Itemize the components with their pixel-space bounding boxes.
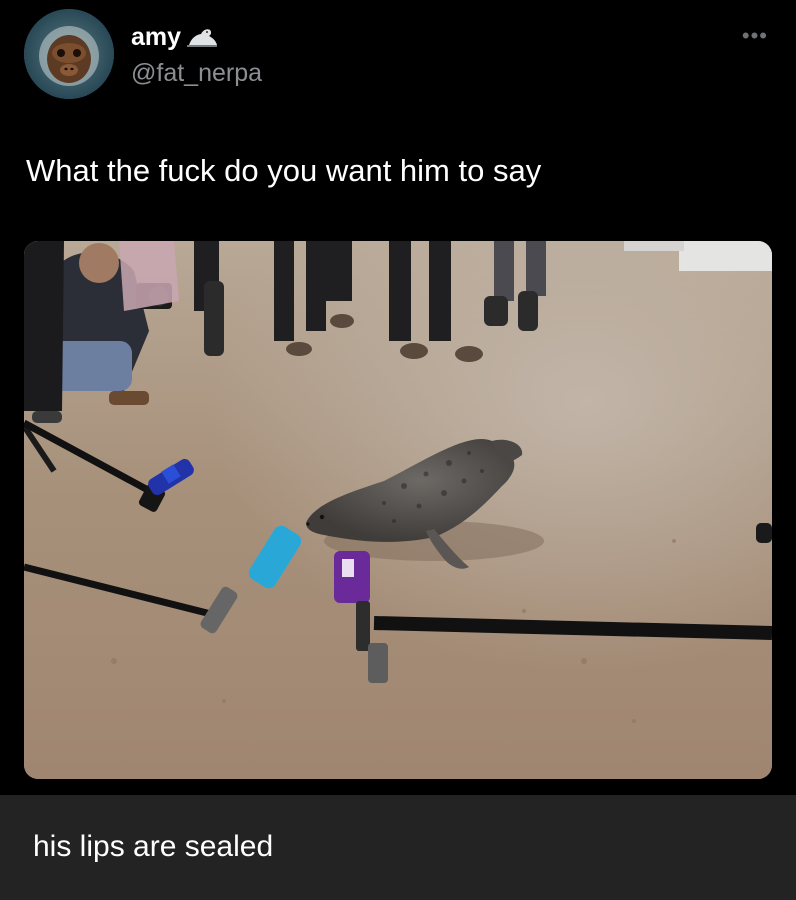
- seal-with-microphones-image: [24, 241, 772, 779]
- display-name[interactable]: amy: [131, 22, 181, 52]
- avatar[interactable]: [24, 9, 114, 99]
- tweet-card: amy @fat_nerpa ••• What the fuck do you …: [0, 0, 796, 795]
- caption-text: his lips are sealed: [33, 830, 274, 863]
- display-name-row[interactable]: amy: [131, 22, 219, 52]
- user-handle[interactable]: @fat_nerpa: [131, 58, 262, 88]
- more-options-icon[interactable]: •••: [742, 25, 768, 47]
- monkey-face-avatar-icon: [24, 9, 114, 99]
- caption-bar: his lips are sealed: [0, 795, 796, 900]
- tweet-text: What the fuck do you want him to say: [26, 153, 542, 188]
- tweet-photo[interactable]: [24, 241, 772, 779]
- seal-icon: [187, 29, 218, 47]
